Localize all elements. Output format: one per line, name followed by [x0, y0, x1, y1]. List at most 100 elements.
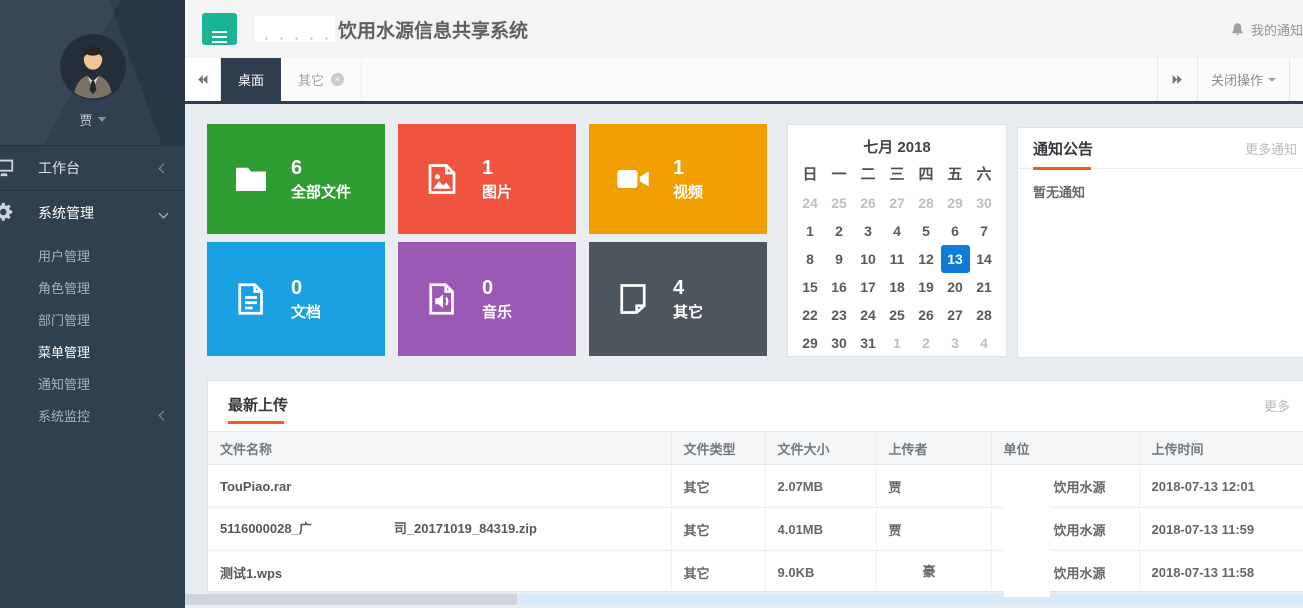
tile-others[interactable]: 4其它 — [589, 242, 767, 356]
calendar-day[interactable]: 6 — [941, 217, 970, 245]
chevron-left-icon — [159, 410, 169, 420]
calendar-day-header: 一 — [825, 159, 854, 187]
calendar-day[interactable]: 4 — [883, 217, 912, 245]
notice-panel: 通知公告 更多通知 暂无通知 — [1017, 127, 1303, 358]
file-type-cell: 其它 — [671, 508, 765, 551]
calendar-day[interactable]: 24 — [854, 301, 883, 329]
tile-all-files[interactable]: 6全部文件 — [207, 124, 385, 234]
calendar-day[interactable]: 21 — [970, 273, 999, 301]
calendar-day[interactable]: 7 — [970, 217, 999, 245]
calendar-day[interactable]: 9 — [825, 245, 854, 273]
tile-images[interactable]: 1图片 — [398, 124, 576, 234]
avatar[interactable] — [60, 34, 126, 100]
calendar-day[interactable]: 31 — [854, 329, 883, 357]
sidebar-item-workbench[interactable]: 工作台 — [0, 145, 185, 190]
username-label: 贾 — [79, 110, 92, 129]
calendar-day[interactable]: 4 — [970, 329, 999, 357]
calendar-day-selected[interactable]: 13 — [941, 245, 970, 273]
calendar-day[interactable]: 16 — [825, 273, 854, 301]
calendar-day[interactable]: 18 — [883, 273, 912, 301]
tab-desktop[interactable]: 桌面 — [221, 58, 281, 101]
calendar-day[interactable]: 26 — [912, 301, 941, 329]
tile-videos[interactable]: 1视频 — [589, 124, 767, 234]
table-row[interactable]: 测试1.wps其它9.0KB豪饮用水源2018-07-13 11:58 — [208, 551, 1303, 594]
column-header: 文件名称 — [208, 432, 671, 465]
user-menu[interactable]: 贾 — [0, 110, 185, 129]
tile-text: 0文档 — [291, 276, 321, 322]
calendar-day-header: 三 — [883, 159, 912, 187]
calendar-day[interactable]: 23 — [825, 301, 854, 329]
sidebar-item-system-management[interactable]: 系统管理 — [0, 190, 185, 235]
calendar-day[interactable]: 27 — [883, 189, 912, 217]
redaction-box — [1004, 551, 1050, 597]
uploads-table: 文件名称文件类型文件大小上传者单位上传时间 TouPiao.rar其它2.07M… — [208, 431, 1303, 594]
more-notices-link[interactable]: 更多通知 — [1245, 139, 1297, 158]
sidebar-item-label: 系统监控 — [38, 406, 90, 425]
calendar-day[interactable]: 1 — [796, 217, 825, 245]
scrollbar-thumb[interactable] — [185, 594, 517, 605]
close-icon[interactable]: × — [331, 73, 344, 86]
calendar-day[interactable]: 1 — [883, 329, 912, 357]
more-uploads-link[interactable]: 更多 — [1264, 396, 1290, 415]
calendar-day[interactable]: 3 — [854, 217, 883, 245]
calendar-day[interactable]: 25 — [825, 189, 854, 217]
calendar-day[interactable]: 29 — [941, 189, 970, 217]
sidebar-item-notice-management[interactable]: 通知管理 — [0, 367, 185, 399]
uploads-body: TouPiao.rar其它2.07MB贾饮用水源2018-07-13 12:01… — [208, 465, 1303, 594]
table-row[interactable]: TouPiao.rar其它2.07MB贾饮用水源2018-07-13 12:01 — [208, 465, 1303, 508]
sidebar-item-label: 角色管理 — [38, 278, 90, 297]
calendar-day[interactable]: 27 — [941, 301, 970, 329]
tile-music[interactable]: 0音乐 — [398, 242, 576, 356]
calendar-day[interactable]: 29 — [796, 329, 825, 357]
logout-button[interactable]: 退出 — [1289, 58, 1303, 101]
calendar-day[interactable]: 19 — [912, 273, 941, 301]
close-operations-dropdown[interactable]: 关闭操作 — [1197, 58, 1289, 101]
caret-down-icon — [98, 117, 106, 122]
calendar-day[interactable]: 14 — [970, 245, 999, 273]
sidebar-item-menu-management[interactable]: 菜单管理 — [0, 335, 185, 367]
calendar-day[interactable]: 30 — [825, 329, 854, 357]
sidebar-item-label: 工作台 — [38, 158, 160, 178]
sidebar-item-user-management[interactable]: 用户管理 — [0, 239, 185, 271]
calendar-day[interactable]: 30 — [970, 189, 999, 217]
my-notifications-button[interactable]: 我的通知 — [1230, 0, 1303, 58]
sidebar-item-system-monitor[interactable]: 系统监控 — [0, 399, 185, 431]
sidebar-item-department-management[interactable]: 部门管理 — [0, 303, 185, 335]
tile-documents[interactable]: 0文档 — [207, 242, 385, 356]
sidebar-item-label: 部门管理 — [38, 310, 90, 329]
calendar-day[interactable]: 15 — [796, 273, 825, 301]
calendar-day[interactable]: 12 — [912, 245, 941, 273]
calendar-day[interactable]: 17 — [854, 273, 883, 301]
calendar-day[interactable]: 11 — [883, 245, 912, 273]
calendar-day[interactable]: 20 — [941, 273, 970, 301]
collapse-tabs-left-button[interactable] — [185, 58, 221, 101]
tile-text: 0音乐 — [482, 276, 512, 322]
cell-text: 测试1.wps — [220, 566, 282, 581]
calendar-day[interactable]: 8 — [796, 245, 825, 273]
calendar-day[interactable]: 25 — [883, 301, 912, 329]
uploader-cell: 豪 — [876, 551, 991, 594]
bell-icon — [1230, 22, 1245, 37]
sidebar-item-label: 用户管理 — [38, 246, 90, 265]
tab-other[interactable]: 其它 × — [281, 58, 362, 101]
app-title-wrap: 饮用水源信息共享系统 — [255, 0, 528, 58]
calendar-day[interactable]: 2 — [912, 329, 941, 357]
tab-label: 其它 — [298, 70, 324, 89]
calendar-day[interactable]: 3 — [941, 329, 970, 357]
calendar-day[interactable]: 10 — [854, 245, 883, 273]
calendar-day[interactable]: 26 — [854, 189, 883, 217]
calendar-day[interactable]: 2 — [825, 217, 854, 245]
calendar-day[interactable]: 5 — [912, 217, 941, 245]
file-size-cell: 4.01MB — [765, 508, 876, 551]
calendar-day[interactable]: 28 — [912, 189, 941, 217]
image-icon — [424, 161, 460, 197]
scroll-tabs-right-button[interactable] — [1157, 58, 1197, 101]
hamburger-menu-button[interactable] — [202, 13, 237, 45]
table-row[interactable]: 5116000028_广司_20171019_84319.zip其它4.01MB… — [208, 508, 1303, 551]
horizontal-scrollbar[interactable] — [185, 594, 1303, 605]
app-root: 贾 工作台系统管理用户管理角色管理部门管理菜单管理通知管理系统监控 饮用水源信息… — [0, 0, 1303, 608]
calendar-day[interactable]: 24 — [796, 189, 825, 217]
calendar-day[interactable]: 28 — [970, 301, 999, 329]
sidebar-item-role-management[interactable]: 角色管理 — [0, 271, 185, 303]
calendar-day[interactable]: 22 — [796, 301, 825, 329]
